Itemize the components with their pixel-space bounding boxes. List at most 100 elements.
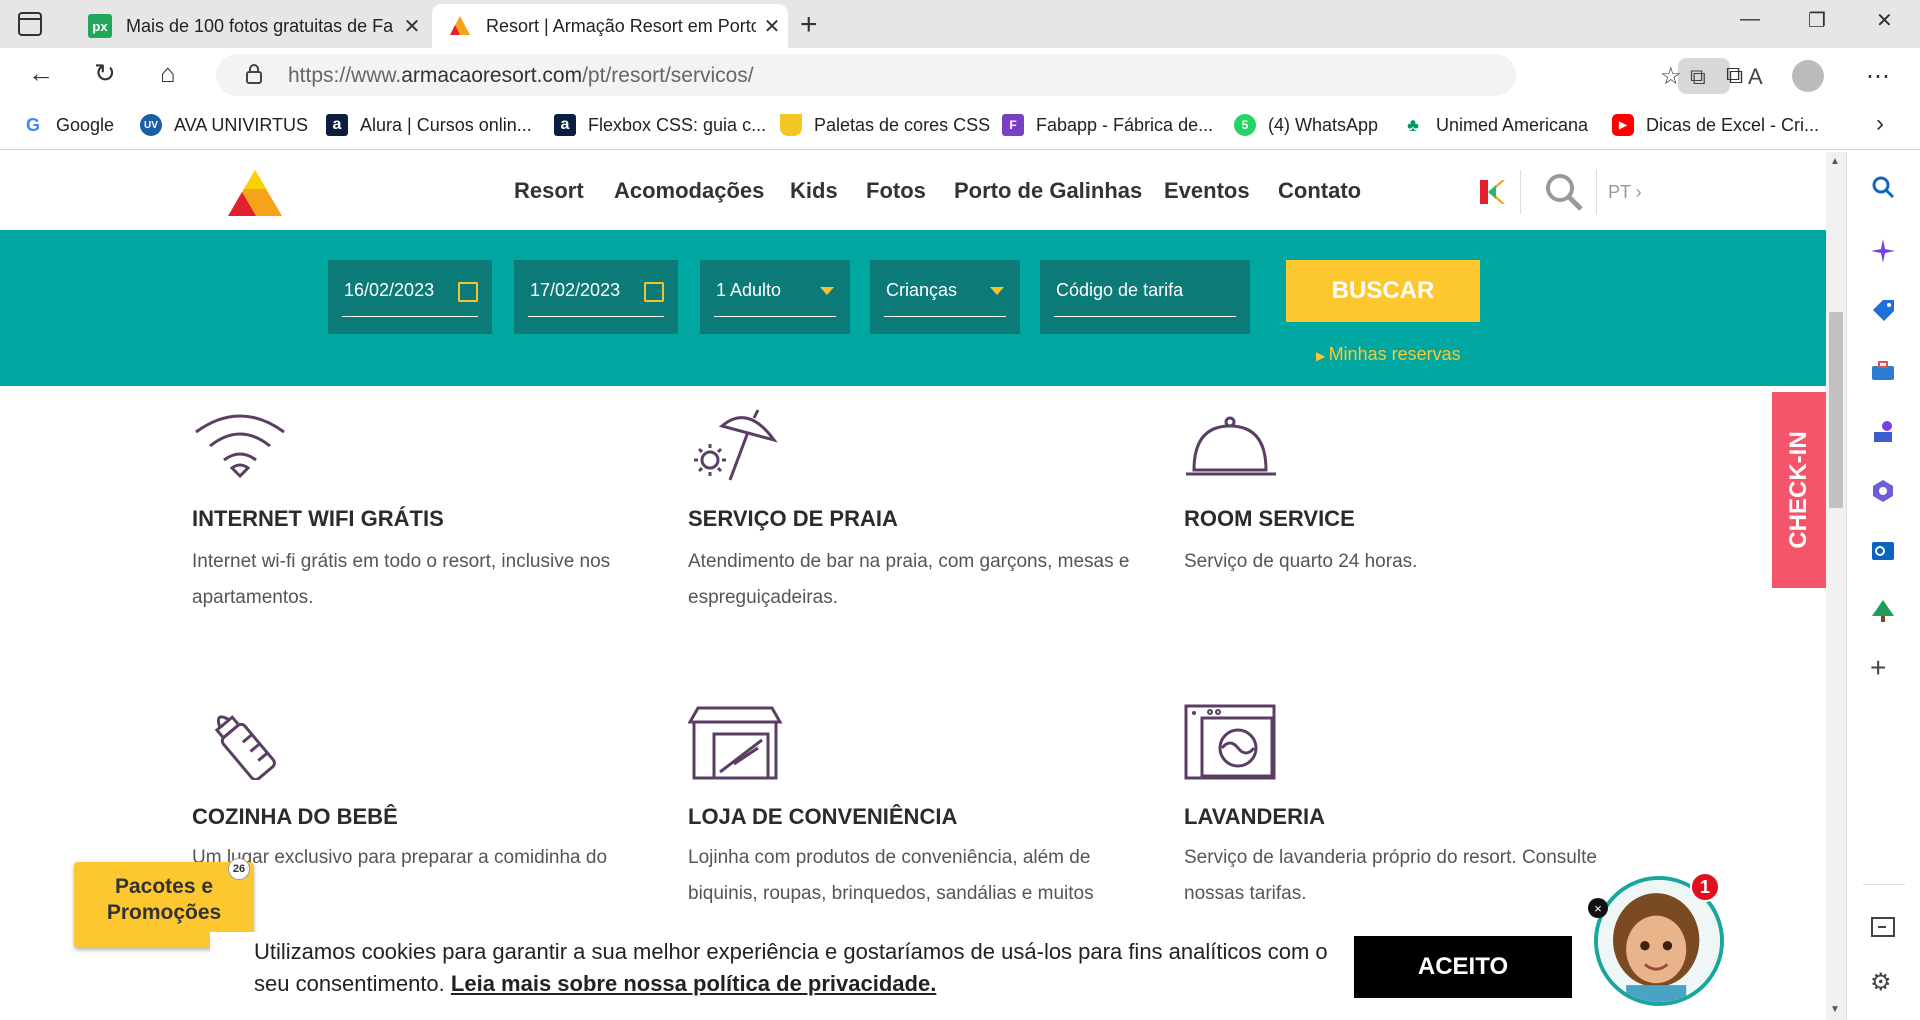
service-room: ROOM SERVICE Serviço de quarto 24 horas.	[1184, 408, 1644, 608]
service-title: ROOM SERVICE	[1184, 506, 1355, 531]
outlook-icon[interactable]	[1870, 538, 1896, 564]
menu-resort[interactable]: Resort	[514, 178, 584, 204]
header-divider	[1596, 170, 1597, 214]
field-underline	[528, 316, 664, 317]
alura-icon: a	[326, 114, 348, 136]
menu-acomodacoes[interactable]: Acomodações	[614, 178, 764, 204]
search-button[interactable]: BUSCAR	[1286, 260, 1480, 322]
bookmark-flexbox[interactable]: a Flexbox CSS: guia c...	[554, 114, 766, 136]
cloche-icon	[1186, 416, 1276, 476]
alura-icon: a	[554, 114, 576, 136]
copilot-sparkle-icon[interactable]	[1870, 238, 1896, 264]
tab-pexels[interactable]: px Mais de 100 fotos gratuitas de Fa ✕	[72, 4, 428, 48]
promotions-count-badge: 26	[228, 858, 250, 880]
tab-armacao[interactable]: Resort | Armação Resort em Porto ✕	[432, 4, 788, 48]
promotions-label: Pacotes e Promoções	[106, 875, 222, 924]
checkout-date-field[interactable]: 17/02/2023	[514, 260, 678, 334]
tree-icon[interactable]	[1870, 598, 1896, 624]
tab-close-icon[interactable]: ✕	[756, 14, 788, 39]
bookmarks-overflow-icon[interactable]: ›	[1876, 110, 1884, 138]
field-underline	[714, 316, 836, 317]
my-reservations-link[interactable]: ▶ Minhas reservas	[1316, 344, 1461, 365]
univirtus-icon: UV	[140, 114, 162, 136]
tools-icon[interactable]	[1870, 358, 1896, 384]
read-aloud-icon[interactable]: A	[1748, 64, 1763, 90]
home-icon[interactable]: ⌂	[160, 58, 176, 89]
bookmark-alura[interactable]: a Alura | Cursos onlin...	[326, 114, 532, 136]
checkin-date-field[interactable]: 16/02/2023	[328, 260, 492, 334]
lock-icon[interactable]	[246, 64, 262, 84]
menu-porto-de-galinhas[interactable]: Porto de Galinhas	[954, 178, 1142, 204]
search-icon[interactable]	[1544, 172, 1584, 212]
collections-icon[interactable]: ⧉	[1726, 62, 1743, 90]
bookmark-fabapp[interactable]: F Fabapp - Fábrica de...	[1002, 114, 1213, 136]
checkin-side-button[interactable]: CHECK-IN	[1772, 392, 1826, 588]
adults-select[interactable]: 1 Adulto	[700, 260, 850, 334]
add-sidebar-app-icon[interactable]: +	[1870, 652, 1896, 683]
accept-cookies-button[interactable]: ACEITO	[1354, 936, 1572, 998]
privacy-policy-link[interactable]: Leia mais sobre nossa política de privac…	[451, 971, 936, 996]
more-menu-icon[interactable]: ⋯	[1866, 62, 1890, 91]
dropdown-arrow-icon	[990, 287, 1004, 295]
scroll-down-icon[interactable]: ▼	[1830, 1004, 1840, 1015]
kids-club-icon[interactable]	[1478, 178, 1506, 206]
bookmark-excel[interactable]: ▶ Dicas de Excel - Cri...	[1612, 114, 1819, 136]
bookmarks-bar: G Google UV AVA UNIVIRTUS a Alura | Curs…	[0, 104, 1920, 150]
bookmark-whatsapp[interactable]: 5 (4) WhatsApp	[1234, 114, 1378, 136]
shopping-tag-icon[interactable]	[1870, 298, 1896, 324]
baby-bottle-icon	[214, 715, 276, 782]
settings-gear-icon[interactable]: ⚙	[1870, 968, 1896, 996]
tab-actions-icon[interactable]	[18, 12, 42, 36]
language-selector[interactable]: PT ›	[1608, 182, 1642, 203]
bookmark-label: AVA UNIVIRTUS	[174, 114, 309, 135]
children-select[interactable]: Crianças	[870, 260, 1020, 334]
menu-kids[interactable]: Kids	[790, 178, 838, 204]
games-icon[interactable]	[1870, 418, 1896, 444]
bookmark-label: Unimed Americana	[1436, 114, 1589, 135]
bookmark-label: (4) WhatsApp	[1268, 114, 1379, 135]
close-window-icon[interactable]: ✕	[1876, 8, 1893, 33]
bookmark-unimed[interactable]: ♣ Unimed Americana	[1402, 114, 1588, 136]
reader-view-icon[interactable]: ⧉	[1690, 64, 1706, 90]
bookmark-paletas[interactable]: Paletas de cores CSS	[780, 114, 990, 136]
service-wifi: INTERNET WIFI GRÁTIS Internet wi-fi grát…	[192, 408, 652, 608]
menu-contato[interactable]: Contato	[1278, 178, 1361, 204]
wifi-icon	[195, 414, 285, 479]
back-icon[interactable]: ←	[28, 58, 54, 89]
page-scrollbar[interactable]: ▲ ▼	[1826, 152, 1846, 1020]
scroll-up-icon[interactable]: ▲	[1830, 156, 1840, 167]
menu-fotos[interactable]: Fotos	[866, 178, 926, 204]
bookmark-google[interactable]: G Google	[22, 114, 114, 136]
armacao-logo-icon[interactable]	[226, 168, 284, 218]
tab-title: Mais de 100 fotos gratuitas de Fa	[126, 15, 394, 36]
menu-eventos[interactable]: Eventos	[1164, 178, 1250, 204]
profile-avatar[interactable]	[1792, 60, 1824, 92]
dropdown-arrow-icon	[820, 287, 834, 295]
url-field[interactable]: https://www.armacaoresort.com/pt/resort/…	[216, 54, 1820, 96]
minimize-icon[interactable]: —	[1740, 8, 1760, 31]
tab-close-icon[interactable]: ✕	[396, 14, 428, 39]
youtube-icon: ▶	[1612, 114, 1634, 136]
microsoft-365-icon[interactable]	[1870, 478, 1896, 504]
scrollbar-thumb[interactable]	[1829, 312, 1843, 508]
bookmark-label: Dicas de Excel - Cri...	[1646, 114, 1820, 135]
rate-code-placeholder: Código de tarifa	[1056, 280, 1184, 300]
checkin-label: CHECK-IN	[1785, 431, 1812, 549]
refresh-icon[interactable]: ↻	[94, 58, 116, 89]
rate-code-input[interactable]: Código de tarifa	[1040, 260, 1250, 334]
chat-close-icon[interactable]: ×	[1588, 898, 1608, 918]
restore-icon[interactable]: ❐	[1808, 8, 1826, 33]
checkout-date-value: 17/02/2023	[530, 280, 621, 300]
search-icon[interactable]	[1870, 174, 1896, 200]
whatsapp-icon: 5	[1234, 114, 1256, 136]
new-tab-icon[interactable]: +	[800, 8, 818, 42]
favorites-icon[interactable]: ☆	[1660, 62, 1682, 91]
caret-right-icon: ▶	[1316, 349, 1329, 363]
beach-umbrella-icon	[694, 409, 778, 481]
chat-notification-badge: 1	[1690, 872, 1720, 902]
google-icon: G	[25, 114, 40, 135]
service-store: LOJA DE CONVENIÊNCIA Lojinha com produto…	[687, 704, 1148, 904]
hide-sidebar-icon[interactable]	[1870, 914, 1896, 940]
bookmark-ava[interactable]: UV AVA UNIVIRTUS	[140, 114, 308, 136]
field-underline	[342, 316, 478, 317]
